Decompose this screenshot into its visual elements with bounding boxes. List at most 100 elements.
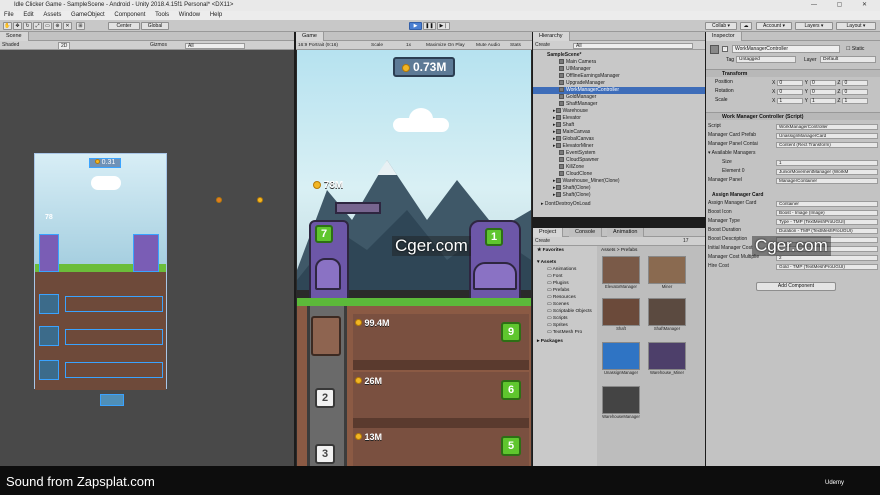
- scene-viewport[interactable]: 0.31 78: [0, 50, 294, 466]
- asset-item[interactable]: WarehouseManager: [601, 386, 641, 419]
- project-create-button[interactable]: Create: [535, 237, 550, 246]
- scene-money-display[interactable]: 0.31: [89, 158, 121, 168]
- play-button[interactable]: ▶: [409, 22, 422, 30]
- tag-dropdown[interactable]: Untagged: [736, 56, 796, 63]
- shaft-row-1[interactable]: 99.4M 9: [353, 314, 529, 360]
- scale-z-field[interactable]: 1: [842, 98, 869, 104]
- scale-tool-icon[interactable]: ⤢: [33, 22, 42, 30]
- folder-item[interactable]: ▭ Plugins: [547, 281, 569, 286]
- elevator-cabin[interactable]: [311, 316, 341, 356]
- element-0-field[interactable]: JuniorMovementManager (WorkM: [776, 169, 878, 175]
- hierarchy-item[interactable]: ▸ Shaft(Clone): [533, 192, 705, 199]
- folder-item[interactable]: ▭ Animations: [547, 267, 576, 272]
- collab-button[interactable]: Collab ▾: [705, 22, 737, 30]
- shading-dropdown[interactable]: Shaded: [2, 41, 19, 50]
- transform-tool-icon[interactable]: ⊕: [53, 22, 62, 30]
- menu-file[interactable]: File: [4, 12, 14, 18]
- asset-item[interactable]: Warehouse_Miner: [647, 342, 687, 375]
- tab-inspector[interactable]: Inspector: [706, 32, 742, 41]
- position-z-field[interactable]: 0: [842, 80, 869, 86]
- window-controls[interactable]: — ▢ ✕: [811, 0, 876, 11]
- cloud-icon[interactable]: ☁: [740, 22, 752, 30]
- boost-duration-field[interactable]: Duration - TMP (TextMeshProUGUI): [776, 228, 878, 234]
- object-name-input[interactable]: WorkManagerController: [732, 45, 840, 53]
- scene-row-2[interactable]: [65, 329, 163, 345]
- assign-manager-card-field[interactable]: Container: [776, 201, 878, 207]
- scene-elevator-building[interactable]: [39, 234, 59, 272]
- custom-tool-icon[interactable]: ✕: [63, 22, 72, 30]
- warehouse-miners-avatar[interactable]: [473, 262, 517, 290]
- asset-item[interactable]: ElevatorManager: [601, 256, 641, 289]
- add-component-button[interactable]: Add Component: [756, 282, 836, 291]
- menu-assets[interactable]: Assets: [43, 12, 61, 18]
- rotation-x-field[interactable]: 0: [777, 89, 804, 95]
- asset-item[interactable]: ShaftManager: [647, 298, 687, 331]
- scene-shaft-2[interactable]: [39, 326, 59, 346]
- hierarchy-search-input[interactable]: All: [573, 42, 693, 49]
- active-checkbox[interactable]: ✓: [722, 46, 728, 52]
- transform-header[interactable]: Transform: [706, 69, 880, 77]
- available-managers-foldout[interactable]: ▾ Available Managers: [708, 150, 878, 158]
- boost-icon-field[interactable]: Boost - Image (Image): [776, 210, 878, 216]
- grid-tool-icon[interactable]: ⊞: [76, 22, 85, 30]
- menu-window[interactable]: Window: [179, 12, 200, 18]
- scene-row-3[interactable]: [65, 362, 163, 378]
- static-toggle[interactable]: ☐ Static: [846, 46, 864, 52]
- menu-edit[interactable]: Edit: [23, 12, 33, 18]
- gizmos-dropdown[interactable]: Gizmos: [150, 41, 167, 50]
- hierarchy-create-button[interactable]: Create: [535, 41, 550, 50]
- scale-x-field[interactable]: 1: [777, 98, 804, 104]
- folder-item[interactable]: ▭ Scriptable Objects: [547, 309, 592, 314]
- shaft-row-3[interactable]: 13M 5: [353, 428, 529, 466]
- shaft-level-badge[interactable]: 6: [501, 380, 521, 400]
- menu-help[interactable]: Help: [210, 12, 222, 18]
- shaft-level-badge[interactable]: 9: [501, 322, 521, 342]
- game-view[interactable]: 0.73M 78M 7 1 2 3 99.4M 9 26M 6 13M 5: [297, 50, 531, 466]
- rotation-z-field[interactable]: 0: [842, 89, 869, 95]
- pause-button[interactable]: ❚❚: [423, 22, 436, 30]
- pivot-global-toggle[interactable]: Global: [141, 22, 169, 30]
- menu-tools[interactable]: Tools: [155, 12, 169, 18]
- mute-audio-toggle[interactable]: Mute Audio: [476, 41, 500, 50]
- elevator-level-badge[interactable]: 7: [315, 225, 333, 243]
- manager-card-prefab-field[interactable]: UnassignManagerCard: [776, 133, 878, 139]
- scene-canvas-preview[interactable]: 0.31 78: [34, 153, 167, 390]
- size-field[interactable]: 1: [776, 160, 878, 166]
- folder-item[interactable]: ▭ Font: [547, 274, 562, 279]
- stats-toggle[interactable]: Stats: [510, 41, 521, 50]
- scene-shaft-3[interactable]: [39, 360, 59, 380]
- folder-item[interactable]: ▭ Scripts: [547, 316, 568, 321]
- asset-item[interactable]: Shaft: [601, 298, 641, 331]
- scale-value[interactable]: 1x: [406, 41, 411, 50]
- asset-item[interactable]: Miner: [647, 256, 687, 289]
- scene-offscreen-object[interactable]: [100, 394, 124, 406]
- account-dropdown[interactable]: Account ▾: [756, 22, 792, 30]
- move-tool-icon[interactable]: ✥: [13, 22, 22, 30]
- scene-row-1[interactable]: [65, 296, 163, 312]
- tab-console[interactable]: Console: [569, 228, 603, 237]
- step-button[interactable]: ▶❘: [437, 22, 450, 30]
- maximize-on-play-toggle[interactable]: Maximize On Play: [426, 41, 465, 50]
- manager-type-field[interactable]: Type - TMP (TextMeshProUGUI): [776, 219, 878, 225]
- pivot-center-toggle[interactable]: Center: [108, 22, 140, 30]
- rect-tool-icon[interactable]: ▭: [43, 22, 52, 30]
- packages-root[interactable]: ▸ Packages: [537, 339, 563, 344]
- mode-2d-toggle[interactable]: 2D: [58, 42, 71, 50]
- scene-search-input[interactable]: All: [185, 42, 245, 49]
- position-x-field[interactable]: 0: [777, 80, 804, 86]
- asset-item[interactable]: UnassignManager: [601, 342, 641, 375]
- position-y-field[interactable]: 0: [809, 80, 836, 86]
- favorites-header[interactable]: ★ Favorites: [537, 248, 564, 253]
- layers-dropdown[interactable]: Layers ▾: [795, 22, 833, 30]
- menu-gameobject[interactable]: GameObject: [71, 12, 105, 18]
- resolution-dropdown[interactable]: 16:9 Portrait (9:16): [298, 41, 338, 50]
- tab-game[interactable]: Game: [296, 32, 324, 41]
- rotation-y-field[interactable]: 0: [809, 89, 836, 95]
- shaft-level-badge[interactable]: 5: [501, 436, 521, 456]
- hire-cost-field[interactable]: Gold - TMP (TextMeshProUGUI): [776, 264, 878, 270]
- menu-component[interactable]: Component: [114, 12, 145, 18]
- hand-tool-icon[interactable]: ✋: [3, 22, 12, 30]
- scene-warehouse-building[interactable]: [133, 234, 159, 272]
- scale-y-field[interactable]: 1: [809, 98, 836, 104]
- shaft-row-2[interactable]: 26M 6: [353, 372, 529, 418]
